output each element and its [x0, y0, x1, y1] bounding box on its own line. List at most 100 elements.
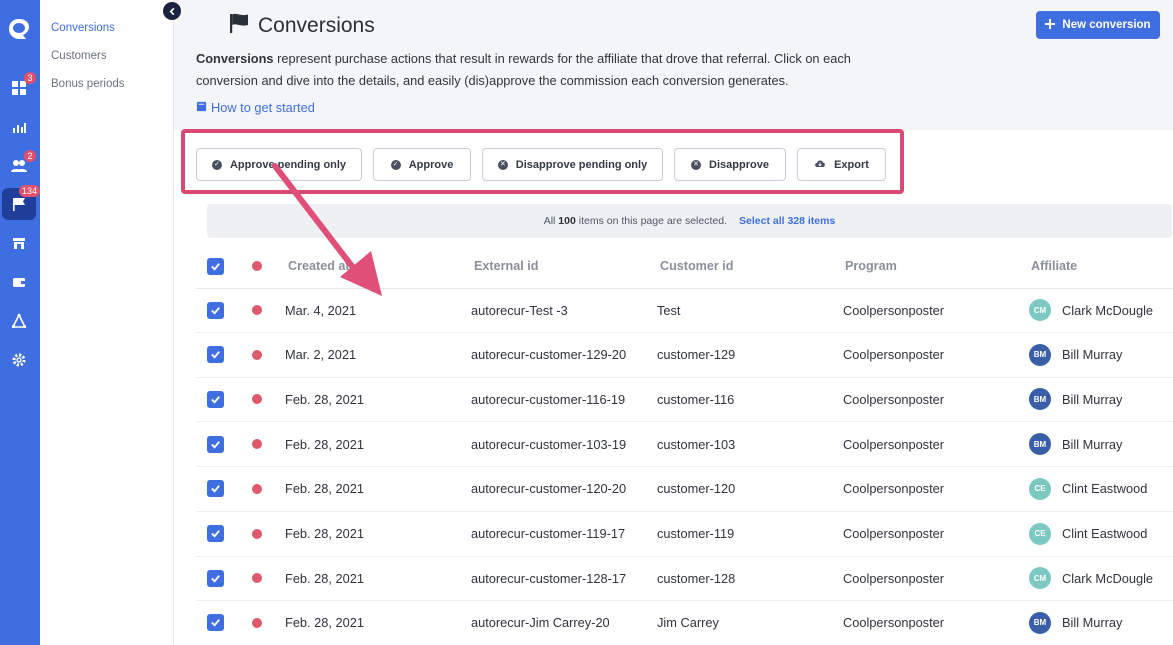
table-row[interactable]: Feb. 28, 2021 autorecur-customer-103-19 cu… — [196, 422, 1173, 468]
reports-icon[interactable] — [2, 111, 36, 143]
disapprove-button[interactable]: ✕ Disapprove — [674, 148, 786, 181]
status-dot-icon — [252, 439, 262, 450]
page-title-text: Conversions — [258, 14, 375, 37]
external-id-cell: autorecur-customer-103-19 — [471, 436, 627, 452]
affiliate-cell[interactable]: CM Clark McDougle — [1029, 556, 1153, 600]
conversions-flag-icon[interactable]: 134 — [2, 185, 40, 220]
affiliate-name: Bill Murray — [1062, 391, 1123, 407]
table-row[interactable]: Feb. 28, 2021 autorecur-customer-120-20 cu… — [196, 467, 1173, 512]
customer-id-cell: customer-129 — [657, 347, 736, 363]
sub-navigation: Conversions Customers Bonus periods — [40, 0, 174, 645]
subnav-item-customers[interactable]: Customers — [51, 50, 107, 62]
created-at-cell: Feb. 28, 2021 — [285, 526, 364, 541]
affiliate-name: Clint Eastwood — [1062, 481, 1148, 497]
how-to-link-label: How to get started — [211, 100, 315, 115]
column-header-created-at[interactable]: Created at — [288, 244, 350, 288]
affiliate-avatar: CE — [1029, 477, 1051, 500]
external-id-cell: autorecur-Jim Carrey-20 — [471, 615, 610, 631]
program-cell: Coolpersonposter — [843, 481, 945, 497]
affiliate-cell[interactable]: BM Bill Murray — [1029, 601, 1122, 645]
affiliate-cell[interactable]: BM Bill Murray — [1029, 377, 1122, 421]
program-cell: Coolpersonposter — [843, 347, 945, 363]
subnav-item-bonus-periods[interactable]: Bonus periods — [51, 78, 125, 90]
table-header-row: Created at External id Customer id Progr… — [196, 244, 1173, 289]
status-dot-icon — [252, 305, 262, 315]
export-label: Export — [834, 158, 869, 171]
description-text: represent purchase actions that result i… — [196, 51, 851, 88]
customer-id-cell: customer-128 — [657, 570, 736, 586]
affiliate-avatar: BM — [1029, 388, 1051, 411]
affiliate-cell[interactable]: CM Clark McDougle — [1029, 288, 1153, 332]
column-header-external-id[interactable]: External id — [474, 244, 538, 288]
row-checkbox[interactable] — [207, 556, 224, 600]
row-checkbox[interactable] — [207, 377, 224, 421]
table-row[interactable]: Feb. 28, 2021 autorecur-customer-119-17 cu… — [196, 512, 1173, 557]
status-dot-icon — [252, 483, 262, 494]
table-row[interactable]: Feb. 28, 2021 autorecur-customer-116-19 cu… — [196, 377, 1173, 423]
row-checkbox[interactable] — [207, 288, 224, 332]
table-row[interactable]: Feb. 28, 2021 autorecur-customer-128-17 cu… — [196, 556, 1173, 602]
row-checkbox[interactable] — [207, 467, 224, 511]
customer-id-cell: customer-119 — [657, 526, 735, 541]
created-at-cell: Feb. 28, 2021 — [285, 615, 364, 631]
row-checkbox[interactable] — [207, 333, 224, 377]
subnav-item-conversions[interactable]: Conversions — [51, 22, 115, 34]
disapprove-pending-only-label: Disapprove pending only — [515, 158, 648, 171]
affiliate-avatar: BM — [1029, 611, 1051, 634]
conversions-badge: 134 — [18, 185, 40, 197]
disapprove-pending-only-button[interactable]: ✕ Disapprove pending only — [482, 148, 663, 181]
selection-status: All 100 items on this page are selected. — [544, 215, 727, 227]
column-header-program[interactable]: Program — [845, 244, 897, 288]
row-checkbox[interactable] — [207, 422, 224, 466]
network-icon[interactable] — [2, 305, 36, 337]
how-to-get-started-link[interactable]: How to get started — [196, 100, 315, 115]
approve-pending-only-button[interactable]: ✓ Approve pending only — [196, 148, 362, 181]
table-row[interactable]: Mar. 4, 2021 autorecur-Test -3 Test Coolper… — [196, 288, 1173, 333]
storefront-icon[interactable] — [2, 227, 36, 259]
affiliate-cell[interactable]: BM Bill Murray — [1029, 422, 1122, 466]
flag-icon — [228, 12, 250, 40]
select-all-checkbox[interactable] — [207, 244, 224, 288]
x-circle-icon: ✕ — [691, 159, 702, 170]
export-button[interactable]: Export — [797, 148, 886, 181]
customer-id-cell: customer-120 — [657, 481, 736, 497]
row-checkbox[interactable] — [207, 601, 224, 645]
customer-id-cell: Test — [657, 302, 681, 318]
collapse-sidebar-chevron-left-icon[interactable] — [163, 2, 181, 20]
row-checkbox[interactable] — [207, 512, 224, 556]
affiliate-cell[interactable]: CE Clint Eastwood — [1029, 467, 1147, 511]
table-row[interactable]: Mar. 2, 2021 autorecur-customer-129-20 cus… — [196, 333, 1173, 378]
affiliate-avatar: BM — [1029, 343, 1051, 366]
affiliate-avatar: CE — [1029, 522, 1051, 545]
status-dot-icon — [252, 349, 262, 360]
dashboard-icon[interactable]: 3 — [2, 72, 36, 104]
program-cell: Coolpersonposter — [843, 526, 945, 541]
app-logo-icon[interactable] — [6, 16, 32, 42]
customer-id-cell: Jim Carrey — [657, 615, 719, 631]
table-row[interactable]: Feb. 28, 2021 autorecur-Jim Carrey-20 Jim … — [196, 601, 1173, 645]
dashboard-badge: 3 — [24, 72, 36, 84]
status-cell — [252, 288, 262, 332]
status-cell — [252, 556, 262, 600]
select-all-items-link[interactable]: Select all 328 items — [739, 215, 835, 227]
checkbox-checked-icon — [207, 569, 224, 587]
approve-label: Approve — [408, 158, 454, 171]
external-id-cell: autorecur-customer-116-19 — [471, 391, 626, 407]
new-conversion-button[interactable]: New conversion — [1036, 11, 1160, 39]
status-dot-icon — [252, 573, 262, 584]
selection-count: 100 — [558, 215, 576, 227]
checkbox-checked-icon — [207, 346, 224, 364]
affiliate-cell[interactable]: BM Bill Murray — [1029, 333, 1122, 377]
affiliates-icon[interactable]: 2 — [2, 150, 36, 182]
created-at-cell: Mar. 4, 2021 — [285, 302, 357, 318]
column-header-customer-id[interactable]: Customer id — [660, 244, 733, 288]
affiliate-cell[interactable]: CE Clint Eastwood — [1029, 512, 1147, 556]
created-at-cell: Mar. 2, 2021 — [285, 347, 357, 363]
affiliate-avatar: BM — [1029, 433, 1051, 456]
column-header-affiliate[interactable]: Affiliate — [1031, 244, 1077, 288]
approve-button[interactable]: ✓ Approve — [373, 148, 471, 181]
checkbox-checked-icon — [207, 301, 224, 319]
wallet-icon[interactable] — [2, 266, 36, 298]
status-cell — [252, 467, 262, 511]
settings-gear-icon[interactable] — [2, 344, 36, 376]
